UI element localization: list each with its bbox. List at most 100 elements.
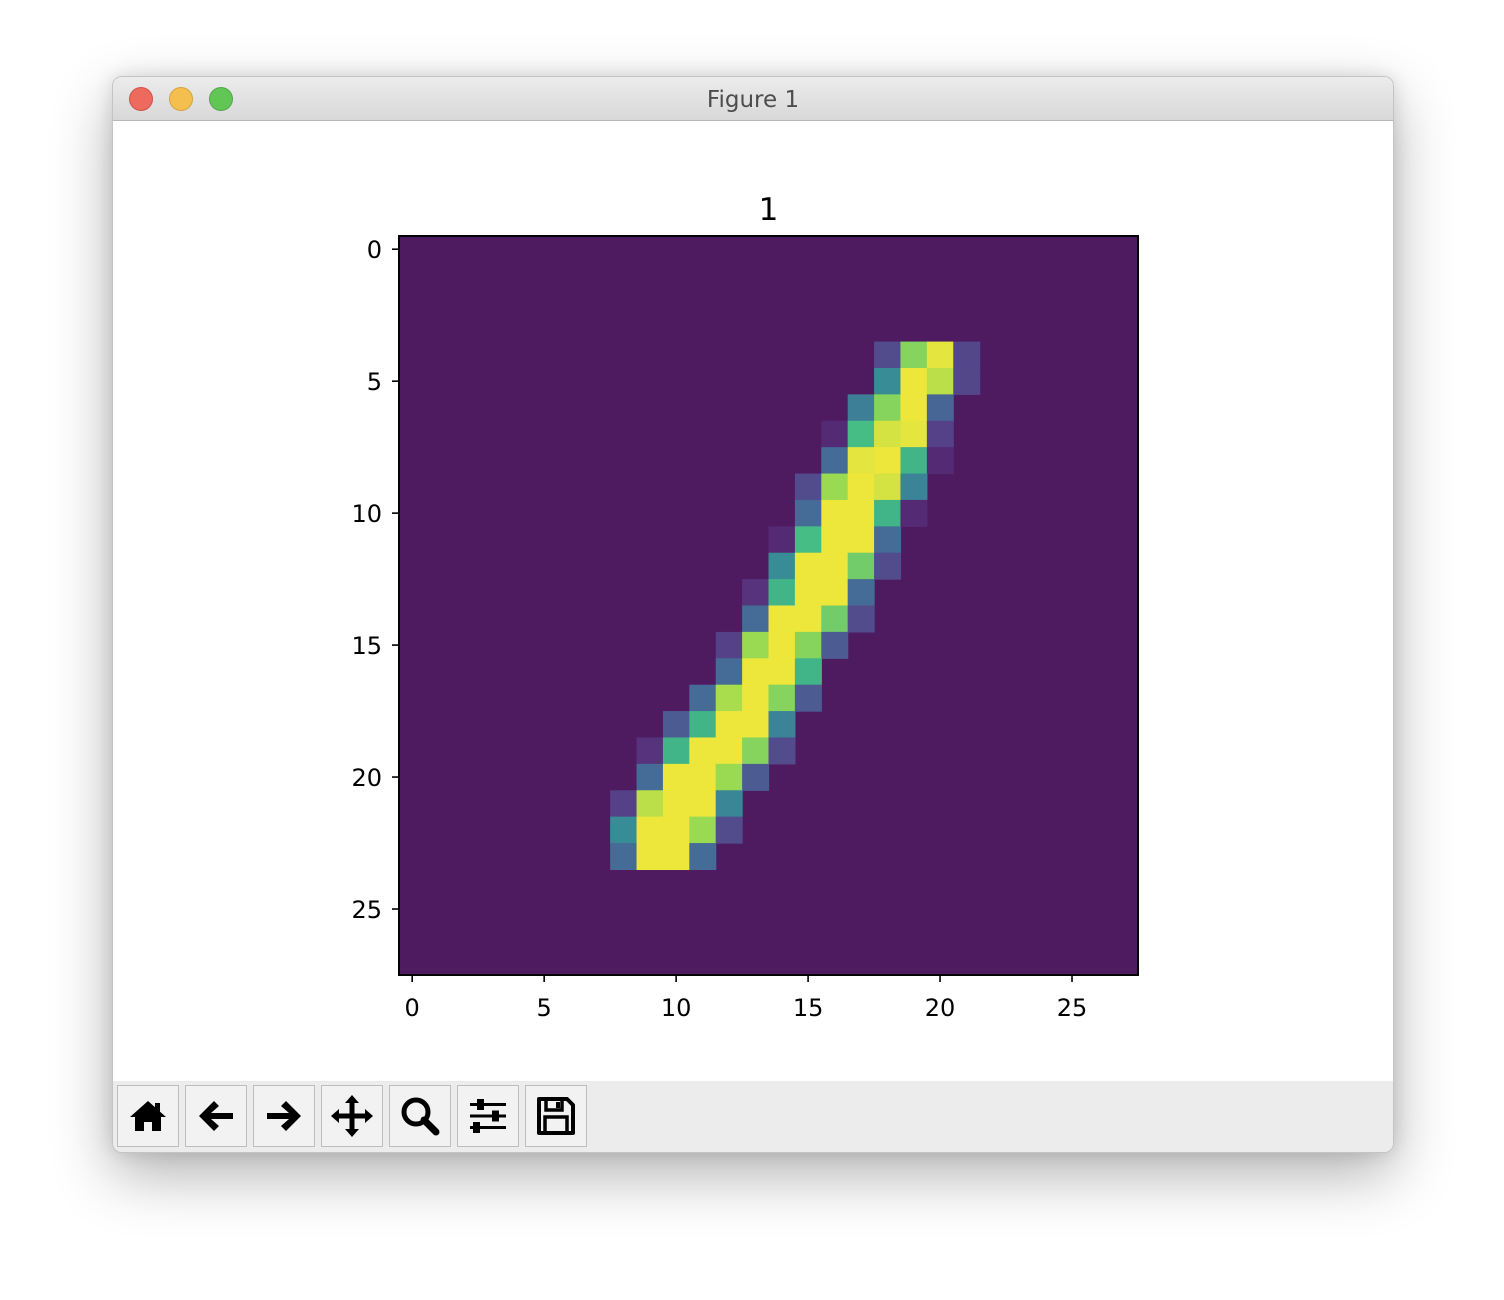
heatmap-cell [742, 737, 770, 765]
heatmap-cell [926, 341, 954, 369]
heatmap-cell [794, 658, 822, 686]
heatmap-cell [847, 579, 875, 607]
heatmap-cell [821, 605, 849, 633]
heatmap-cell [662, 711, 690, 739]
heatmap-cell [926, 367, 954, 395]
heatmap-cell [689, 790, 717, 818]
heatmap-cell [689, 737, 717, 765]
forward-button[interactable] [253, 1085, 315, 1147]
heatmap-cell [794, 499, 822, 527]
heatmap-cell [900, 473, 928, 501]
heatmap-cell [874, 526, 902, 554]
heatmap-cell [794, 526, 822, 554]
heatmap-cell [768, 631, 796, 659]
heatmap-cell [768, 526, 796, 554]
heatmap-cell [900, 341, 928, 369]
heatmap-cell [847, 447, 875, 475]
heatmap-cell [742, 631, 770, 659]
home-button[interactable] [117, 1085, 179, 1147]
heatmap-cell [715, 763, 743, 791]
heatmap-cell [689, 763, 717, 791]
magnifier-icon [401, 1097, 440, 1136]
y-tick-label: 20 [351, 764, 382, 792]
x-tick-label: 20 [925, 994, 956, 1022]
y-tick-label: 15 [351, 632, 382, 660]
heatmap-cell [821, 473, 849, 501]
heatmap-cell [821, 526, 849, 554]
heatmap-cell [953, 341, 981, 369]
heatmap [399, 236, 1138, 975]
heatmap-cell [636, 816, 664, 844]
heatmap-cell [874, 367, 902, 395]
heatmap-cell [926, 394, 954, 422]
heatmap-cell [768, 684, 796, 712]
window-title: Figure 1 [706, 87, 800, 113]
heatmap-cell [715, 658, 743, 686]
heatmap-cell [636, 737, 664, 765]
heatmap-cell [742, 763, 770, 791]
x-tick-label: 10 [661, 994, 692, 1022]
heatmap-cell [689, 816, 717, 844]
heatmap-cell [794, 579, 822, 607]
heatmap-cell [715, 684, 743, 712]
heatmap-cell [900, 394, 928, 422]
x-tick-label: 0 [405, 994, 420, 1022]
heatmap-cell [662, 843, 690, 871]
heatmap-cell [794, 631, 822, 659]
heatmap-cell [900, 420, 928, 448]
heatmap-cell [768, 552, 796, 580]
heatmap-cell [610, 790, 638, 818]
heatmap-cell [874, 552, 902, 580]
heatmap-cell [689, 711, 717, 739]
heatmap-cell [742, 711, 770, 739]
heatmap-cell [742, 605, 770, 633]
heatmap-cell [662, 816, 690, 844]
y-tick-label: 0 [367, 236, 382, 264]
heatmap-cell [662, 790, 690, 818]
heatmap-cell [715, 790, 743, 818]
heatmap-cell [610, 816, 638, 844]
pan-button[interactable] [321, 1085, 383, 1147]
heatmap-cell [900, 447, 928, 475]
heatmap-cell [768, 711, 796, 739]
heatmap-cell [874, 447, 902, 475]
figure-canvas[interactable]: 0 5 10 15 20 25 0 5 10 15 20 25 1 [113, 121, 1393, 1081]
heatmap-cell [874, 499, 902, 527]
zoom-button[interactable] [389, 1085, 451, 1147]
heatmap-cell [636, 790, 664, 818]
configure-subplots-button[interactable] [457, 1085, 519, 1147]
arrow-right-icon [267, 1101, 301, 1131]
heatmap-cell [689, 843, 717, 871]
heatmap-cell [689, 684, 717, 712]
y-tick-label: 10 [351, 500, 382, 528]
heatmap-cell [742, 658, 770, 686]
heatmap-cell [821, 499, 849, 527]
heatmap-cell [610, 843, 638, 871]
heatmap-cell [821, 579, 849, 607]
save-button[interactable] [525, 1085, 587, 1147]
heatmap-cell [794, 552, 822, 580]
y-tick-label: 5 [367, 368, 382, 396]
heatmap-cell [847, 605, 875, 633]
heatmap-cell [715, 737, 743, 765]
title-bar[interactable]: Figure 1 [113, 77, 1393, 121]
heatmap-cell [768, 605, 796, 633]
figure-window: Figure 1 0 5 10 15 20 25 0 5 10 15 20 25 1 [112, 76, 1394, 1153]
arrow-left-icon [199, 1101, 233, 1131]
heatmap-cell [768, 658, 796, 686]
heatmap-cell [847, 552, 875, 580]
heatmap-cell [847, 420, 875, 448]
plot-svg: 0 5 10 15 20 25 0 5 10 15 20 25 1 [351, 192, 1139, 1022]
heatmap-cell [847, 473, 875, 501]
heatmap-cell [715, 631, 743, 659]
heatmap-cell [768, 579, 796, 607]
heatmap-cell [874, 394, 902, 422]
heatmap-cell [847, 499, 875, 527]
x-tick-label: 15 [793, 994, 824, 1022]
heatmap-cell [794, 473, 822, 501]
heatmap-cell [821, 420, 849, 448]
back-button[interactable] [185, 1085, 247, 1147]
heatmap-cell [794, 605, 822, 633]
heatmap-cell [742, 579, 770, 607]
heatmap-cell [821, 552, 849, 580]
